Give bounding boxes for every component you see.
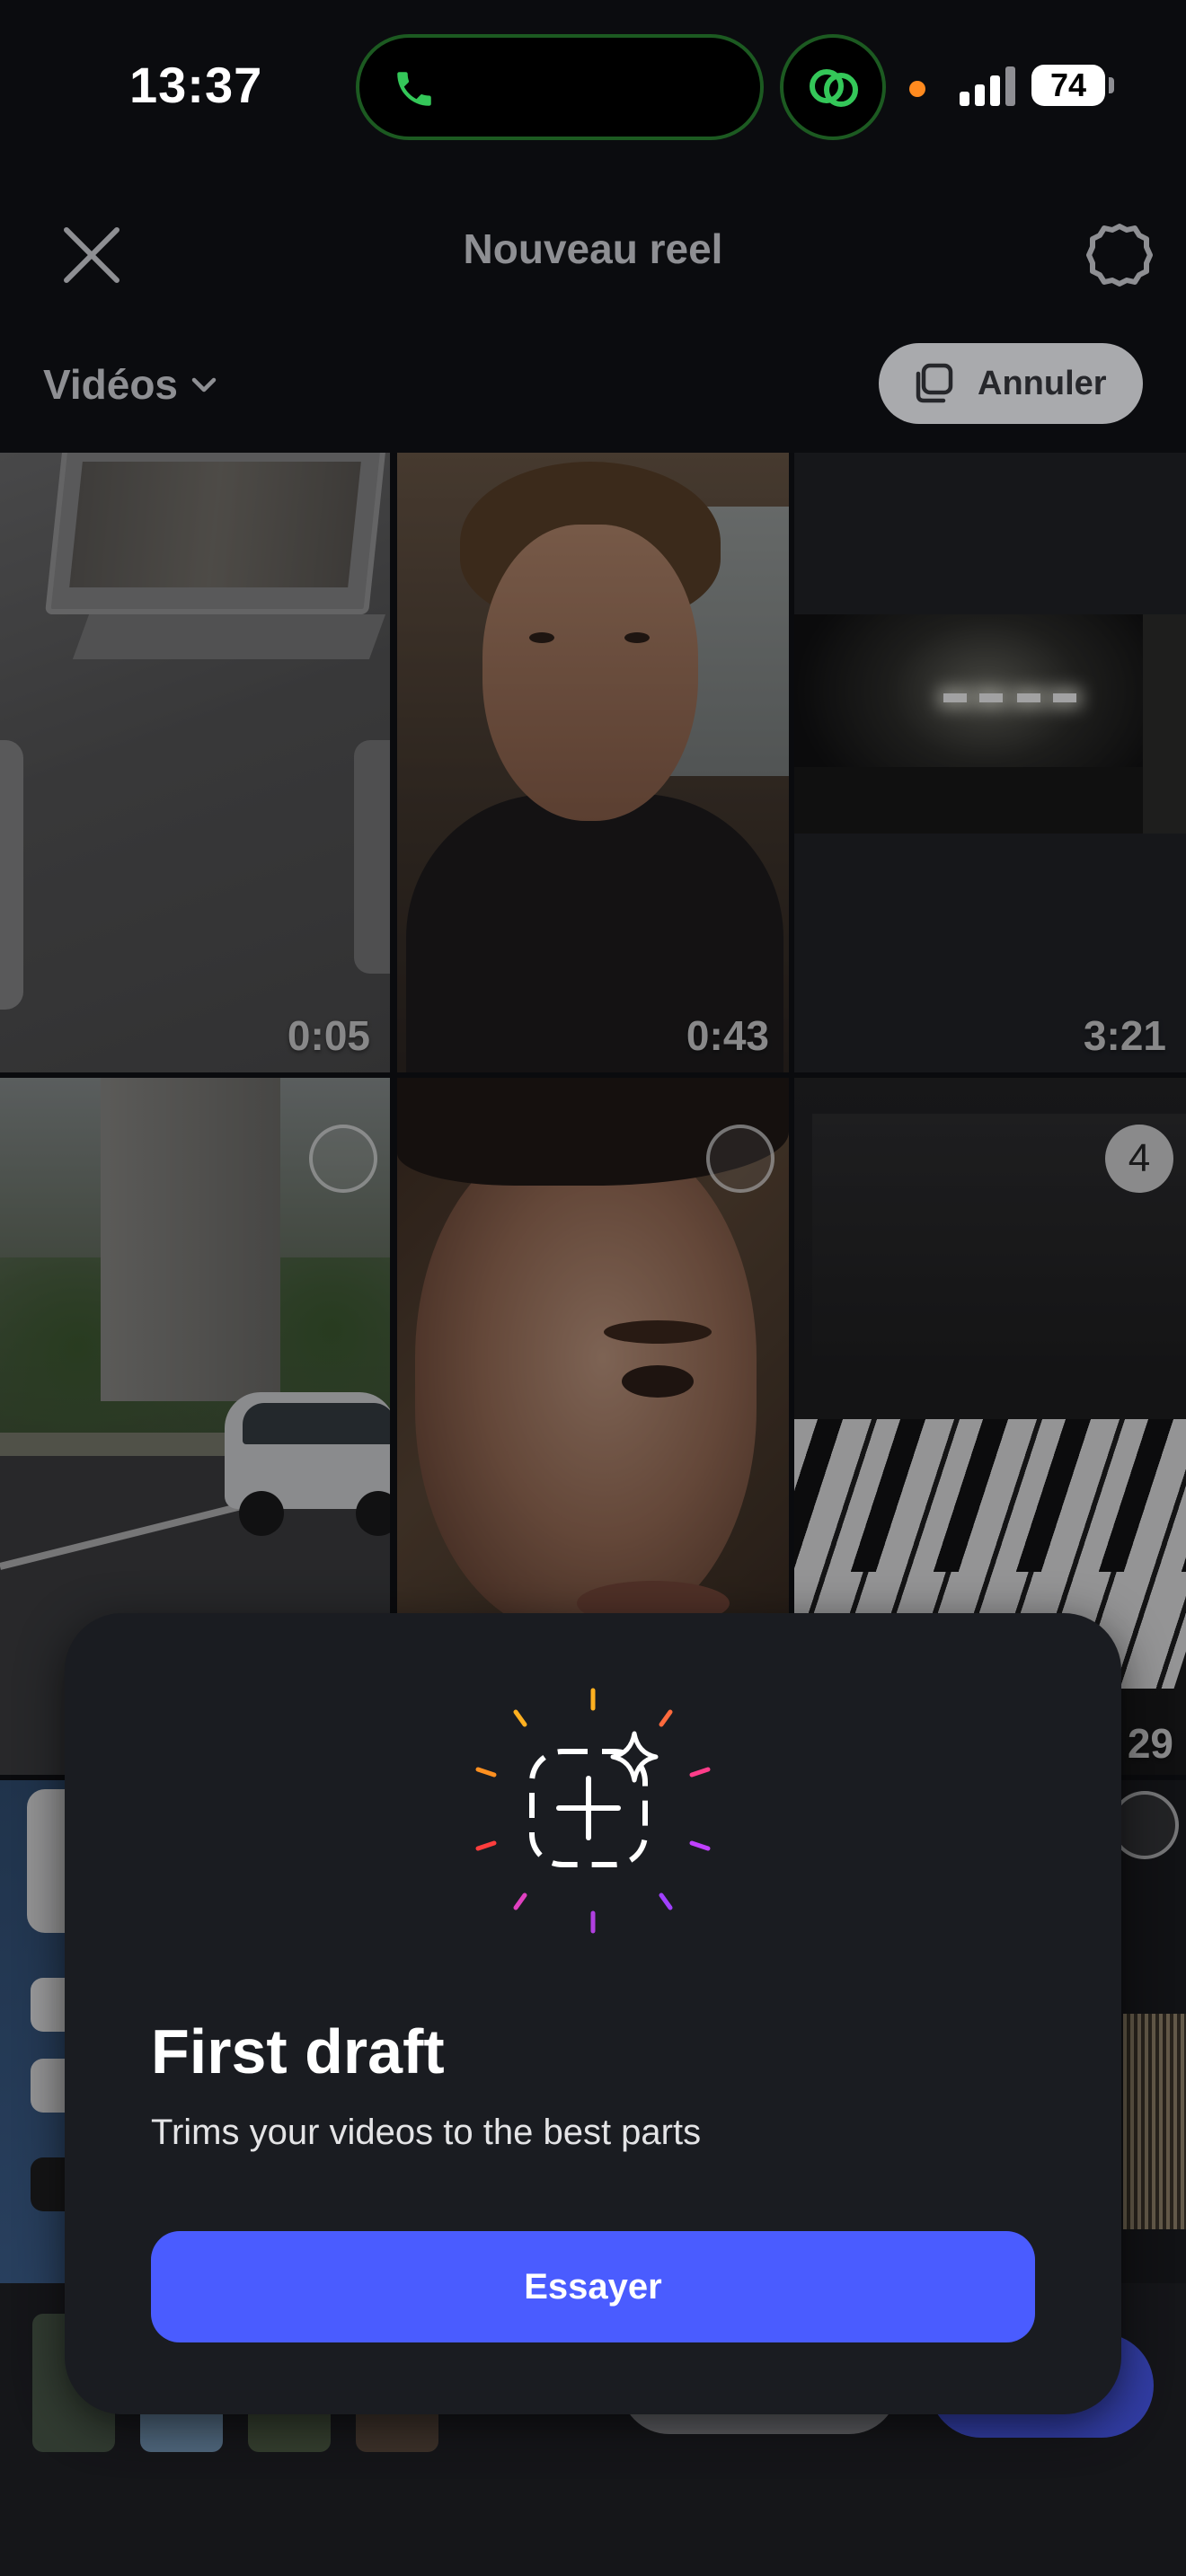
linked-app-indicator[interactable] xyxy=(780,34,886,140)
thumbnail-image xyxy=(1123,2014,1186,2229)
thumbnail-image-detail xyxy=(72,614,386,659)
thumbnail-image xyxy=(45,453,386,614)
selected-order-badge[interactable]: 4 xyxy=(1105,1125,1173,1193)
thumbnail-image-detail xyxy=(354,740,390,974)
video-duration: 0:43 xyxy=(686,1012,769,1059)
cellular-signal-icon xyxy=(960,66,1015,106)
privacy-indicator-dot xyxy=(909,81,925,97)
thumbnail-image-detail xyxy=(622,1365,694,1398)
thumbnail-image-detail xyxy=(1053,693,1076,702)
select-circle[interactable] xyxy=(706,1125,774,1193)
video-duration: 3:21 xyxy=(1083,1012,1166,1059)
battery-level: 74 xyxy=(1031,65,1105,106)
video-thumbnail[interactable]: 3:21 xyxy=(794,453,1186,1072)
thumbnail-image-detail xyxy=(0,740,23,1010)
thumbnail-image-detail xyxy=(243,1403,390,1444)
phone-call-icon xyxy=(397,72,431,106)
chevron-down-icon xyxy=(191,377,217,393)
sparkle-add-icon xyxy=(475,1688,711,1934)
try-button[interactable]: Essayer xyxy=(151,2231,1035,2342)
battery-tip xyxy=(1109,77,1114,93)
video-thumbnail[interactable]: 0:05 xyxy=(0,453,390,1072)
thumbnail-image-detail xyxy=(1017,693,1040,702)
thumbnail-image xyxy=(101,1078,280,1401)
linked-circles-icon xyxy=(810,69,858,107)
thumbnail-image-detail xyxy=(979,693,1003,702)
dynamic-island-call[interactable] xyxy=(356,34,764,140)
multi-select-icon xyxy=(916,363,953,403)
page-title: Nouveau reel xyxy=(463,225,723,272)
thumbnail-image-detail xyxy=(794,767,1143,834)
thumbnail-image-detail xyxy=(794,1419,1186,1572)
media-type-label: Vidéos xyxy=(43,361,178,408)
thumbnail-image xyxy=(482,525,698,821)
first-draft-sheet: First draft Trims your videos to the bes… xyxy=(65,1613,1121,2414)
sheet-title: First draft xyxy=(151,2016,445,2086)
thumbnail-image xyxy=(415,1132,757,1635)
thumbnail-image-detail xyxy=(604,1320,712,1344)
thumbnail-image-detail xyxy=(1143,614,1186,834)
thumbnail-image-detail xyxy=(943,693,967,702)
cancel-multiselect-button[interactable]: Annuler xyxy=(879,343,1143,424)
status-time: 13:37 xyxy=(129,57,263,113)
media-type-dropdown[interactable]: Vidéos xyxy=(43,356,221,413)
settings-gear-icon[interactable] xyxy=(1085,221,1154,289)
close-icon[interactable] xyxy=(59,223,124,287)
video-duration: 0:05 xyxy=(287,1012,370,1059)
select-circle[interactable] xyxy=(309,1125,377,1193)
status-bar: 13:37 74 xyxy=(0,0,1186,180)
video-duration: 29 xyxy=(1127,1720,1173,1767)
video-thumbnail[interactable]: 0:43 xyxy=(397,453,789,1072)
thumbnail-image-detail xyxy=(239,1491,284,1536)
cancel-label: Annuler xyxy=(978,364,1107,402)
sheet-subtitle: Trims your videos to the best parts xyxy=(151,2113,702,2152)
